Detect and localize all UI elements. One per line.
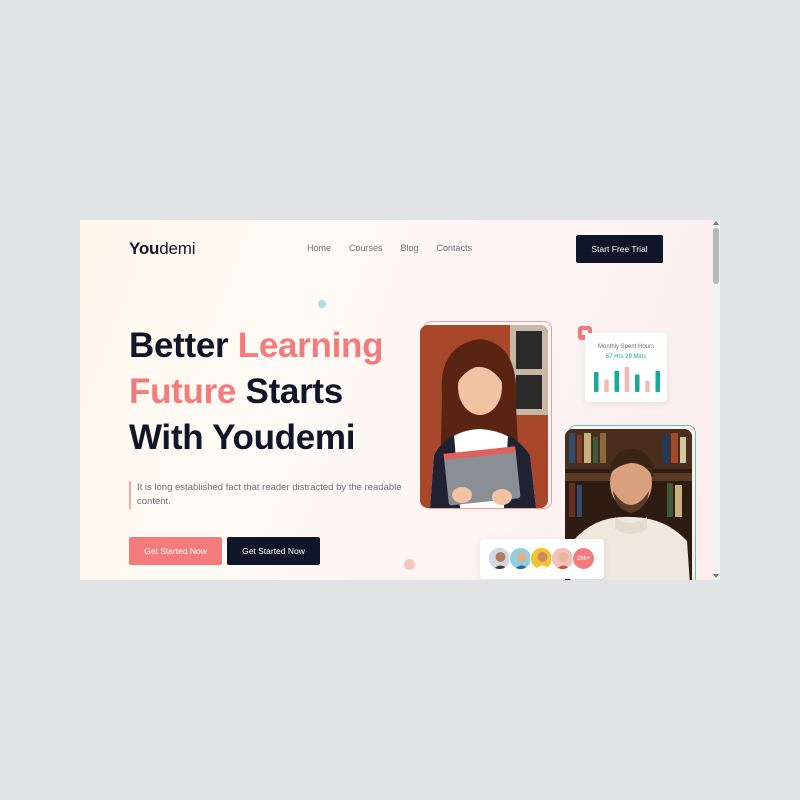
hero-line2-a: Future	[129, 372, 237, 411]
stats-value: 67 Hrs 29 Mins	[605, 354, 647, 360]
nav-blog[interactable]: Blog	[401, 243, 419, 253]
decorative-dot-teal	[318, 300, 326, 308]
nav-courses[interactable]: Courses	[349, 243, 383, 253]
hours-bar	[635, 374, 640, 392]
hours-bar	[594, 372, 599, 392]
nav-contacts[interactable]: Contacts	[437, 243, 473, 253]
stats-title: Monthly Spent Hours	[597, 344, 655, 350]
student-woman-photo	[420, 325, 548, 508]
hero-line1-b: Learning	[237, 326, 384, 365]
hours-bar	[655, 370, 660, 392]
monthly-hours-card: Monthly Spent Hours 67 Hrs 29 Mins	[585, 333, 667, 402]
scrollbar-thumb[interactable]	[713, 228, 719, 284]
learners-avatars-card: 28k+	[480, 539, 604, 579]
get-started-button-primary[interactable]: Get Started Now	[129, 537, 222, 565]
nav-home[interactable]: Home	[307, 243, 331, 253]
avatar	[551, 547, 574, 570]
start-free-trial-button[interactable]: Start Free Trial	[576, 235, 663, 263]
hero-heading: Better Learning Future Starts With Youde…	[129, 323, 383, 461]
logo-bold: You	[129, 239, 160, 258]
hours-bar	[645, 380, 650, 392]
get-started-button-secondary[interactable]: Get Started Now	[227, 537, 320, 565]
learners-count-badge: 28k+	[572, 547, 595, 570]
hours-bar	[604, 379, 609, 392]
avatar	[530, 547, 553, 570]
avatar	[509, 547, 532, 570]
hero-line2-b: Starts	[236, 372, 344, 411]
logo[interactable]: Youdemi	[129, 239, 196, 259]
webpage: Youdemi Home Courses Blog Contacts Start…	[80, 220, 720, 580]
main-nav: Home Courses Blog Contacts	[307, 243, 490, 253]
hero-line3: With Youdemi	[129, 418, 356, 457]
vertical-scrollbar[interactable]	[712, 220, 720, 580]
avatar	[488, 547, 511, 570]
hours-bar	[624, 367, 630, 392]
hours-bar-chart	[594, 367, 660, 392]
logo-rest: demi	[159, 239, 196, 258]
decorative-dot-pink	[404, 559, 415, 570]
hero-description: It is long established fact that reader …	[129, 481, 409, 509]
scroll-down-icon[interactable]	[713, 574, 719, 578]
hours-bar	[614, 370, 619, 392]
scroll-up-icon[interactable]	[713, 221, 719, 225]
hero-line1-a: Better	[129, 326, 238, 365]
